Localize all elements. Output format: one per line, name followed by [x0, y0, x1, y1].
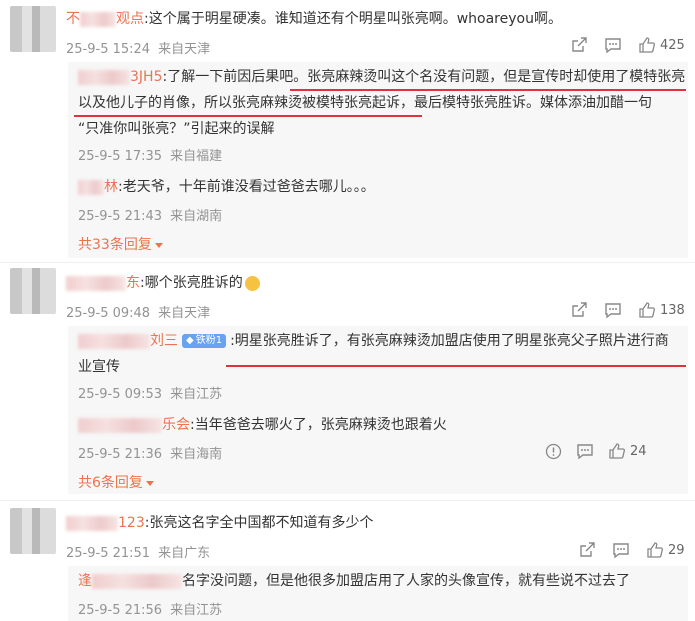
location: 来自江苏: [170, 603, 223, 618]
reply-item: 林:老天爷，十年前谁没看过爸爸去哪儿。。。: [78, 174, 375, 200]
comment-meta: 25-9-5 21:51 来自广东: [66, 542, 218, 561]
reply-meta: 25-9-5 09:53 来自江苏: [78, 383, 230, 402]
fan-badge: ◆ 铁粉1: [182, 334, 227, 348]
more-replies-label: 共6条回复: [78, 475, 143, 491]
more-replies-link[interactable]: 共33条回复: [78, 234, 163, 254]
highlight-underline: [290, 89, 686, 91]
location: 来自广东: [158, 546, 211, 561]
more-replies-link[interactable]: 共6条回复: [78, 472, 154, 492]
comment-body: 东:哪个张亮胜诉的: [66, 270, 260, 296]
thumbs-up-icon: [639, 37, 655, 53]
avatar[interactable]: [10, 6, 56, 52]
location: 来自江苏: [170, 387, 223, 402]
chevron-down-icon: [145, 480, 154, 486]
reply-item: 3JH5:了解一下前因后果吧。张亮麻辣烫叫这个名没有问题，但是宣传时却使用了模特…: [78, 64, 686, 142]
like-button[interactable]: 29: [646, 541, 685, 559]
reply-item: 乐会:当年爸爸去哪火了，张亮麻辣烫也跟着火: [78, 412, 447, 438]
divider: [0, 500, 695, 501]
divider: [0, 262, 695, 263]
timestamp: 25-9-5 17:35: [78, 149, 163, 164]
location: 来自福建: [170, 149, 223, 164]
reply-item: 逢名字没问题，但是他很多加盟店用了人家的头像宣传，就有些说不过去了: [78, 568, 630, 594]
username[interactable]: 刘三: [78, 333, 178, 349]
highlight-underline: [74, 115, 422, 117]
thumbs-up-icon: [647, 542, 663, 558]
reply-text-line: 以及他儿子的肖像，所以张亮麻辣烫被模特张亮起诉，最后模特张亮胜诉。媒体添油加醋一…: [78, 95, 652, 111]
reply-actions: 24: [545, 442, 647, 460]
location: 来自湖南: [170, 209, 223, 224]
thumbs-up-icon: [639, 302, 655, 318]
location: 来自天津: [158, 42, 211, 57]
username[interactable]: 123: [66, 515, 145, 531]
crying-laugh-emoji-icon: [244, 275, 260, 291]
comment-text: :张亮这名字全中国都不知道有多少个: [144, 515, 374, 531]
reply-text: :当年爸爸去哪火了，张亮麻辣烫也跟着火: [190, 417, 447, 433]
like-count: 138: [660, 302, 685, 318]
reply-text: 名字没问题，但是他很多加盟店用了人家的头像宣传，就有些说不过去了: [182, 573, 630, 589]
thumbs-up-icon: [609, 443, 625, 459]
comment-icon[interactable]: [612, 541, 630, 559]
highlight-underline: [226, 365, 686, 367]
like-count: 425: [660, 37, 685, 53]
reply-text-line: :了解一下前因后果吧。张亮麻辣烫叫这个名没有问题，但是宣传时却使用了模特张亮: [162, 69, 686, 85]
comment-actions: 138: [570, 301, 685, 319]
like-button[interactable]: 425: [638, 36, 685, 54]
share-icon[interactable]: [578, 541, 596, 559]
location: 来自海南: [170, 447, 223, 462]
timestamp: 25-9-5 21:43: [78, 209, 163, 224]
like-count: 24: [630, 443, 647, 459]
comment-body: 不观点:这个属于明星硬凑。谁知道还有个明星叫张亮啊。whoareyou啊。: [66, 6, 562, 32]
username[interactable]: 不观点: [66, 11, 144, 27]
share-icon[interactable]: [570, 301, 588, 319]
timestamp: 25-9-5 15:24: [66, 42, 151, 57]
reply-text-line: “只准你叫张亮？”引起来的误解: [78, 121, 275, 137]
diamond-icon: ◆: [186, 335, 194, 346]
reply-meta: 25-9-5 21:36 来自海南: [78, 443, 230, 462]
timestamp: 25-9-5 21:36: [78, 447, 163, 462]
fan-badge-label: 铁粉1: [195, 335, 223, 346]
avatar[interactable]: [10, 268, 56, 314]
reply-meta: 25-9-5 17:35 来自福建: [78, 145, 230, 164]
timestamp: 25-9-5 09:53: [78, 387, 163, 402]
timestamp: 25-9-5 21:51: [66, 546, 151, 561]
avatar[interactable]: [10, 508, 56, 554]
username[interactable]: 乐会: [78, 417, 190, 433]
username[interactable]: 3JH5: [78, 69, 162, 85]
reply-item: 刘三 ◆ 铁粉1:明星张亮胜诉了，有张亮麻辣烫加盟店使用了明星张亮父子照片进行商 业…: [78, 328, 684, 380]
reply-meta: 25-9-5 21:56 来自江苏: [78, 599, 230, 618]
reply-text-line: :明星张亮胜诉了，有张亮麻辣烫加盟店使用了明星张亮父子照片进行商: [230, 333, 669, 349]
comment-icon[interactable]: [604, 36, 622, 54]
reply-text: :老天爷，十年前谁没看过爸爸去哪儿。。。: [118, 179, 375, 195]
location: 来自天津: [158, 306, 211, 321]
timestamp: 25-9-5 21:56: [78, 603, 163, 618]
username[interactable]: 林: [78, 179, 118, 195]
comment-body: 123:张亮这名字全中国都不知道有多少个: [66, 510, 373, 536]
comment-actions: 29: [578, 541, 685, 559]
report-icon[interactable]: [545, 443, 562, 460]
like-count: 29: [668, 542, 685, 558]
reply-meta: 25-9-5 21:43 来自湖南: [78, 205, 230, 224]
like-button[interactable]: 24: [608, 442, 647, 460]
like-button[interactable]: 138: [638, 301, 685, 319]
share-icon[interactable]: [570, 36, 588, 54]
comment-icon[interactable]: [604, 301, 622, 319]
comment-meta: 25-9-5 15:24 来自天津: [66, 38, 218, 57]
chevron-down-icon: [154, 242, 163, 248]
more-replies-label: 共33条回复: [78, 237, 152, 253]
username[interactable]: 逢: [78, 573, 182, 589]
timestamp: 25-9-5 09:48: [66, 306, 151, 321]
comment-actions: 425: [570, 36, 685, 54]
comment-meta: 25-9-5 09:48 来自天津: [66, 302, 218, 321]
comment-text: :哪个张亮胜诉的: [140, 275, 243, 291]
comment-text: :这个属于明星硬凑。谁知道还有个明星叫张亮啊。whoareyou啊。: [144, 11, 562, 27]
username[interactable]: 东: [66, 275, 140, 291]
comment-icon[interactable]: [576, 442, 594, 460]
reply-text-line: 业宣传: [78, 359, 120, 375]
